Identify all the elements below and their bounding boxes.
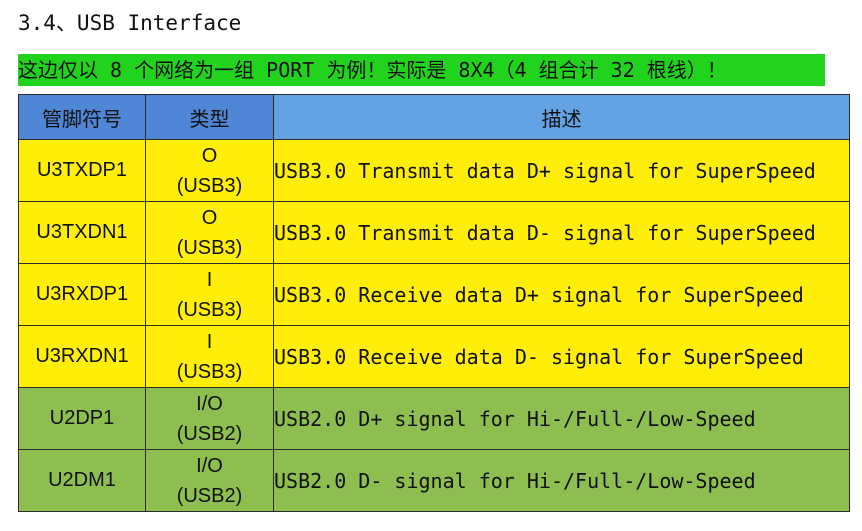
section-heading: 3.4、USB Interface <box>18 11 242 35</box>
type-direction: O <box>201 206 218 229</box>
type-bus: (USB3) <box>176 174 243 197</box>
pin-symbol-cell: U3RXDN1 <box>18 325 146 388</box>
table-header-row: 管脚符号 类型 描述 <box>18 94 850 140</box>
type-direction: I <box>206 268 213 291</box>
type-bus: (USB3) <box>176 298 243 321</box>
table-row: U3RXDP1 I (USB3) USB3.0 Receive data D+ … <box>18 263 850 326</box>
highlighted-note: 这边仅以 8 个网络为一组 PORT 为例！实际是 8X4（4 组合计 32 根… <box>18 54 825 86</box>
pin-symbol-cell: U3TXDN1 <box>18 201 146 264</box>
description-cell: USB3.0 Receive data D+ signal for SuperS… <box>273 263 850 326</box>
description-cell: USB3.0 Transmit data D- signal for Super… <box>273 201 850 264</box>
table-row: U2DP1 I/O (USB2) USB2.0 D+ signal for Hi… <box>18 387 850 450</box>
header-description: 描述 <box>273 94 850 140</box>
description-cell: USB2.0 D+ signal for Hi-/Full-/Low-Speed <box>273 387 850 450</box>
table-row: U3TXDP1 O (USB3) USB3.0 Transmit data D+… <box>18 139 850 202</box>
description-cell: USB3.0 Receive data D- signal for SuperS… <box>273 325 850 388</box>
header-type: 类型 <box>145 94 274 140</box>
type-direction: I/O <box>196 454 223 477</box>
type-bus: (USB3) <box>176 236 243 259</box>
pin-symbol-cell: U2DP1 <box>18 387 146 450</box>
header-pin-symbol: 管脚符号 <box>18 94 146 140</box>
type-bus: (USB2) <box>176 484 243 507</box>
description-cell: USB3.0 Transmit data D+ signal for Super… <box>273 139 850 202</box>
type-cell: O (USB3) <box>145 201 274 264</box>
type-cell: I/O (USB2) <box>145 449 274 512</box>
pin-symbol-cell: U3RXDP1 <box>18 263 146 326</box>
type-bus: (USB3) <box>176 360 243 383</box>
type-cell: O (USB3) <box>145 139 274 202</box>
table-row: U2DM1 I/O (USB2) USB2.0 D- signal for Hi… <box>18 449 850 512</box>
description-cell: USB2.0 D- signal for Hi-/Full-/Low-Speed <box>273 449 850 512</box>
type-bus: (USB2) <box>176 422 243 445</box>
type-cell: I (USB3) <box>145 263 274 326</box>
type-direction: O <box>201 144 218 167</box>
table-row: U3RXDN1 I (USB3) USB3.0 Receive data D- … <box>18 325 850 388</box>
type-direction: I/O <box>196 392 223 415</box>
pin-symbol-cell: U2DM1 <box>18 449 146 512</box>
pin-symbol-cell: U3TXDP1 <box>18 139 146 202</box>
type-direction: I <box>206 330 213 353</box>
type-cell: I (USB3) <box>145 325 274 388</box>
type-cell: I/O (USB2) <box>145 387 274 450</box>
usb-pin-table: 管脚符号 类型 描述 U3TXDP1 O (USB3) USB3.0 Trans… <box>18 94 850 512</box>
table-row: U3TXDN1 O (USB3) USB3.0 Transmit data D-… <box>18 201 850 264</box>
